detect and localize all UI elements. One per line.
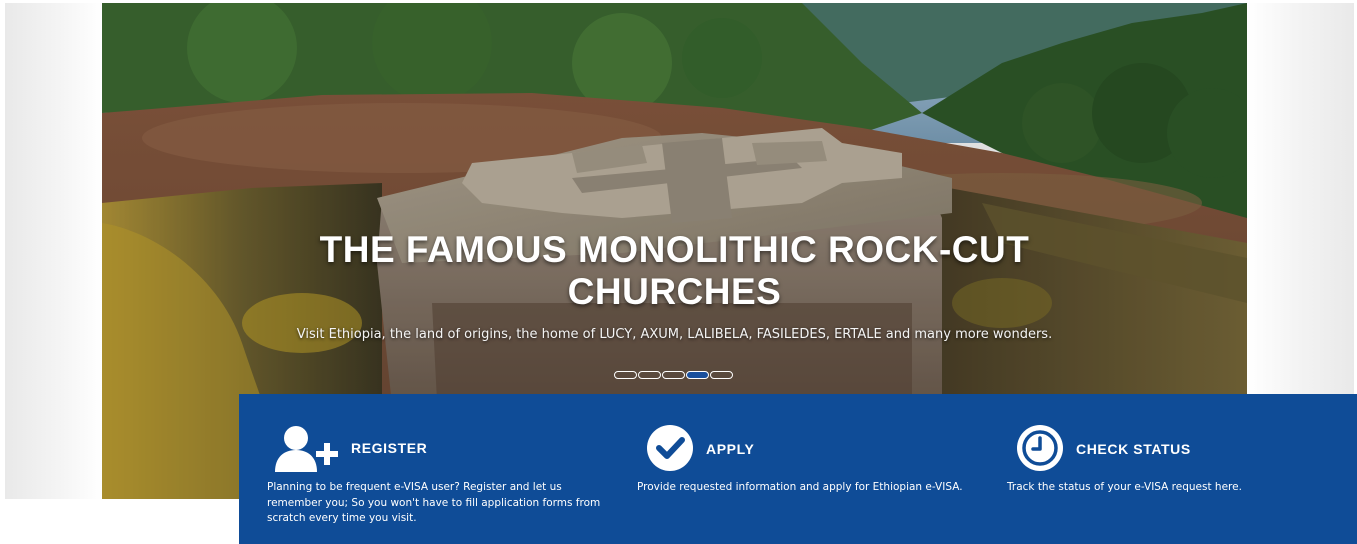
hero-subtitle: Visit Ethiopia, the land of origins, the… — [296, 327, 1053, 342]
register-title[interactable]: REGISTER — [351, 440, 427, 456]
slide-indicator-3[interactable] — [662, 371, 685, 379]
clock-icon — [1016, 424, 1064, 477]
services-panel: REGISTER Planning to be frequent e-VISA … — [239, 394, 1357, 544]
slide-indicator-1[interactable] — [614, 371, 637, 379]
service-check-status[interactable]: CHECK STATUS Track the status of your e-… — [1007, 394, 1347, 544]
apply-title[interactable]: APPLY — [706, 441, 754, 457]
check-circle-icon — [646, 424, 694, 477]
check-status-title[interactable]: CHECK STATUS — [1076, 441, 1191, 457]
slide-indicator-2[interactable] — [638, 371, 661, 379]
slide-indicator-5[interactable] — [710, 371, 733, 379]
left-side-gradient — [5, 3, 102, 499]
hero-title-line-2: CHURCHES — [567, 271, 782, 312]
service-apply[interactable]: APPLY Provide requested information and … — [637, 394, 987, 544]
page: THE FAMOUS MONOLITHIC ROCK-CUT CHURCHES … — [0, 0, 1357, 544]
apply-description: Provide requested information and apply … — [637, 481, 963, 493]
register-description: Planning to be frequent e-VISA user? Reg… — [267, 481, 601, 524]
service-register[interactable]: REGISTER Planning to be frequent e-VISA … — [239, 394, 609, 544]
slide-indicator-4[interactable] — [686, 371, 709, 379]
check-status-description: Track the status of your e-VISA request … — [1007, 481, 1242, 493]
hero-title: THE FAMOUS MONOLITHIC ROCK-CUT CHURCHES — [102, 229, 1247, 313]
hero-title-line-1: THE FAMOUS MONOLITHIC ROCK-CUT — [319, 229, 1030, 270]
right-side-gradient — [1247, 3, 1354, 394]
user-add-icon — [275, 424, 339, 477]
slider-indicators — [614, 371, 733, 379]
